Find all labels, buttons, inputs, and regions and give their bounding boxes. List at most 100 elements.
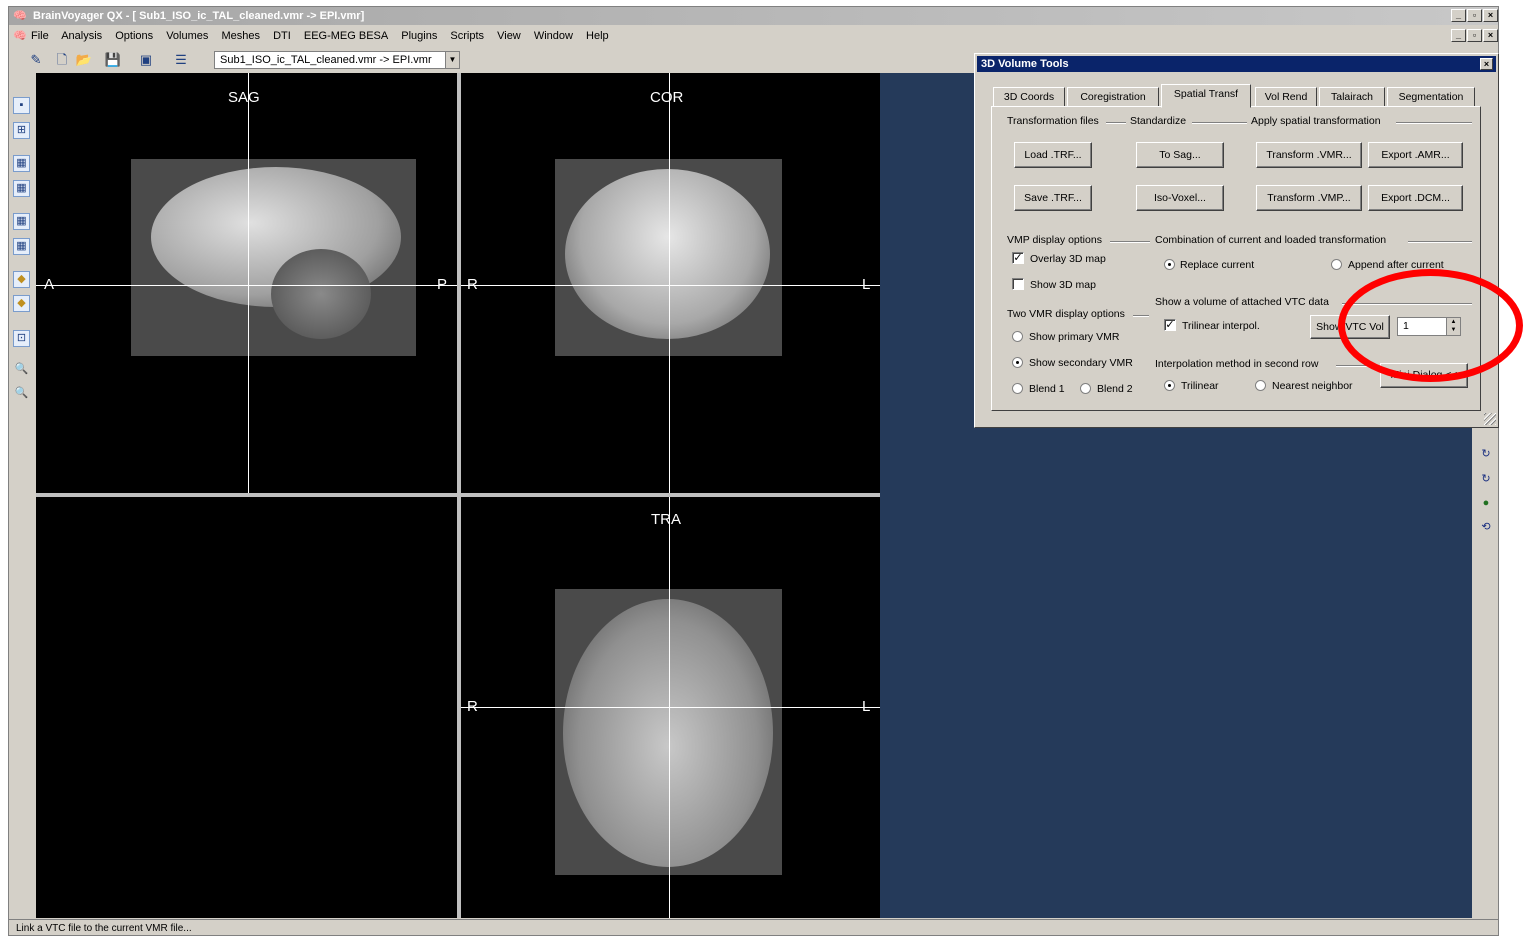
show-secondary-radio[interactable] [1012,357,1023,368]
brain-view-icon[interactable]: ◆ [13,271,30,288]
menu-meshes[interactable]: Meshes [221,30,260,42]
transform-vmr-button[interactable]: Transform .VMR... [1256,142,1362,168]
single-view-icon[interactable]: ▪ [13,97,30,114]
trilinear-label: Trilinear [1181,380,1219,392]
view-cor-icon[interactable]: ▦ [13,180,30,197]
left-toolbar: ▪ ⊞ ▦ ▦ ▦ ▦ ◆ ◆ ⊡ 🔍 🔍 [9,73,36,921]
menu-analysis[interactable]: Analysis [61,30,102,42]
transform-vmp-button[interactable]: Transform .VMP... [1256,185,1362,211]
minimize-button[interactable]: _ [1451,9,1466,22]
trilinear-radio[interactable] [1164,380,1175,391]
status-text: Link a VTC file to the current VMR file.… [16,923,192,934]
new-file-icon[interactable]: 🗋 [53,51,71,69]
blend2-label: Blend 2 [1097,383,1133,395]
view-sag-icon[interactable]: ▦ [13,155,30,172]
menu-window[interactable]: Window [534,30,573,42]
tab-vol-rend[interactable]: Vol Rend [1255,87,1317,107]
menu-plugins[interactable]: Plugins [401,30,437,42]
cor-pane[interactable]: COR R L [461,73,880,493]
menu-file[interactable]: File [31,30,49,42]
group-apply-spatial: Apply spatial transformation [1251,115,1381,127]
save-trf-button[interactable]: Save .TRF... [1014,185,1092,211]
group-interp: Interpolation method in second row [1155,358,1319,370]
cor-label: COR [650,89,684,106]
window-layout-icon[interactable]: ▣ [137,51,155,69]
sag-pane[interactable]: SAG A P [36,73,457,493]
replace-current-radio[interactable] [1164,259,1175,270]
restore-button[interactable]: ▫ [1467,9,1482,22]
tab-3d-coords[interactable]: 3D Coords [993,87,1065,107]
child-restore-button[interactable]: ▫ [1467,29,1482,42]
trilinear-interpol-label: Trilinear interpol. [1182,320,1260,332]
window-controls: _ ▫ × [1451,9,1498,22]
wand-icon[interactable]: ✎ [27,51,45,69]
highlight-annotation-circle [1338,269,1523,382]
empty-pane[interactable] [36,497,457,918]
to-sag-button[interactable]: To Sag... [1136,142,1224,168]
load-trf-button[interactable]: Load .TRF... [1014,142,1092,168]
child-window-controls: _ ▫ × [1451,29,1498,42]
tab-coregistration[interactable]: Coregistration [1067,87,1159,107]
zoom-in-icon[interactable]: 🔍 [13,362,30,379]
child-close-button[interactable]: × [1483,29,1498,42]
menu-options[interactable]: Options [115,30,153,42]
dialog-title-bar[interactable]: 3D Volume Tools × [977,56,1496,72]
close-button[interactable]: × [1483,9,1498,22]
brain-3d-icon[interactable]: ◆ [13,295,30,312]
resize-grip-icon[interactable] [1484,413,1496,425]
group-rule [1110,241,1150,243]
view-tra-icon[interactable]: ▦ [13,213,30,230]
dialog-close-button[interactable]: × [1480,58,1493,70]
group-two-vmr: Two VMR display options [1007,308,1125,320]
append-after-radio[interactable] [1331,259,1342,270]
grid-view-icon[interactable]: ⊞ [13,122,30,139]
tab-spatial-transf[interactable]: Spatial Transf [1161,84,1251,108]
show-primary-label: Show primary VMR [1029,331,1120,343]
menu-eeg-meg[interactable]: EEG-MEG BESA [304,30,388,42]
overlay-3d-checkbox[interactable]: ✓ [1012,252,1024,264]
menu-view[interactable]: View [497,30,521,42]
view-all-icon[interactable]: ▦ [13,238,30,255]
overlay-3d-label: Overlay 3D map [1030,253,1106,265]
reset-view-icon[interactable]: ⟲ [1479,520,1493,534]
cor-crosshair-v [669,73,670,493]
iso-voxel-button[interactable]: Iso-Voxel... [1136,185,1224,211]
rotate-z-icon[interactable]: ● [1479,496,1493,510]
document-select[interactable]: Sub1_ISO_ic_TAL_cleaned.vmr -> EPI.vmr ▼ [214,51,460,69]
blend2-radio[interactable] [1080,383,1091,394]
trilinear-interpol-checkbox[interactable]: ✓ [1164,319,1176,331]
crosshair-icon[interactable]: ⊡ [13,330,30,347]
export-dcm-button[interactable]: Export .DCM... [1368,185,1463,211]
show-3d-checkbox[interactable] [1012,278,1024,290]
volume-viewport[interactable]: SAG A P COR R L TRA R L [36,73,880,918]
zoom-out-icon[interactable]: 🔍 [13,386,30,403]
menu-volumes[interactable]: Volumes [166,30,208,42]
child-minimize-button[interactable]: _ [1451,29,1466,42]
tra-crosshair-h [461,707,880,708]
chevron-down-icon: ▼ [445,52,459,68]
tab-segmentation[interactable]: Segmentation [1387,87,1475,107]
menu-scripts[interactable]: Scripts [450,30,484,42]
tra-pane[interactable]: TRA R L [461,497,880,918]
window-title: BrainVoyager QX - [ Sub1_ISO_ic_TAL_clea… [33,10,365,22]
list-icon[interactable]: ☰ [172,51,190,69]
menu-help[interactable]: Help [586,30,609,42]
blend1-radio[interactable] [1012,383,1023,394]
show-primary-radio[interactable] [1012,331,1023,342]
open-folder-icon[interactable]: 📂 [75,51,93,69]
rotate-y-icon[interactable]: ↻ [1479,472,1493,486]
export-amr-button[interactable]: Export .AMR... [1368,142,1463,168]
nearest-neighbor-label: Nearest neighbor [1272,380,1353,392]
tab-talairach[interactable]: Talairach [1319,87,1385,107]
status-bar: Link a VTC file to the current VMR file.… [9,919,1498,935]
show-secondary-label: Show secondary VMR [1029,357,1133,369]
horizontal-splitter[interactable] [36,493,880,497]
rotate-x-icon[interactable]: ↻ [1479,447,1493,461]
sag-crosshair-h [36,285,457,286]
sag-crosshair-v [248,73,249,493]
menu-dti[interactable]: DTI [273,30,291,42]
group-show-vtc: Show a volume of attached VTC data [1155,296,1329,308]
group-rule [1106,122,1126,124]
nearest-neighbor-radio[interactable] [1255,380,1266,391]
save-icon[interactable]: 💾 [104,51,122,69]
